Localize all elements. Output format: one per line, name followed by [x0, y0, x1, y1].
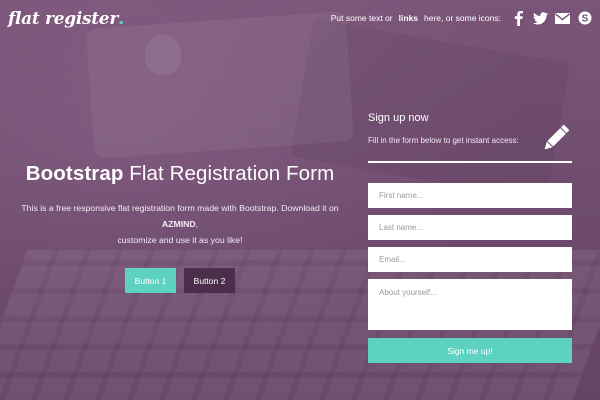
social-icons: S: [511, 10, 592, 26]
site-logo[interactable]: flat register.: [8, 8, 124, 29]
email-icon[interactable]: [555, 11, 570, 26]
hero-section: Bootstrap Flat Registration Form This is…: [10, 162, 350, 293]
first-name-input[interactable]: [368, 183, 572, 208]
form-fields: Sign me up!: [368, 183, 572, 363]
facebook-icon[interactable]: [511, 10, 526, 26]
azmind-link[interactable]: AZMIND: [162, 219, 196, 229]
button-2[interactable]: Button 2: [184, 268, 235, 293]
top-text-after: here, or some icons:: [423, 13, 501, 23]
form-header: Sign up now Fill in the form below to ge…: [368, 112, 572, 163]
pencil-icon: [544, 124, 570, 150]
apple-logo-shape: [145, 35, 181, 75]
last-name-input[interactable]: [368, 215, 572, 240]
svg-text:S: S: [581, 14, 588, 25]
top-bar: flat register. Put some text or links he…: [0, 0, 600, 36]
button-1[interactable]: Button 1: [125, 268, 176, 293]
hero-buttons: Button 1 Button 2: [10, 268, 350, 293]
about-textarea[interactable]: [368, 279, 572, 330]
skype-icon[interactable]: S: [577, 11, 592, 26]
email-input[interactable]: [368, 247, 572, 272]
top-text-before: Put some text or: [330, 13, 393, 23]
twitter-icon[interactable]: [533, 11, 548, 26]
hero-title: Bootstrap Flat Registration Form: [25, 162, 335, 185]
sign-up-button[interactable]: Sign me up!: [368, 338, 572, 363]
signup-form: Sign up now Fill in the form below to ge…: [368, 100, 572, 363]
top-link[interactable]: links: [399, 13, 418, 23]
top-bar-right: Put some text or links here, or some ico…: [330, 10, 592, 26]
hero-description: This is a free responsive flat registrat…: [21, 203, 339, 245]
